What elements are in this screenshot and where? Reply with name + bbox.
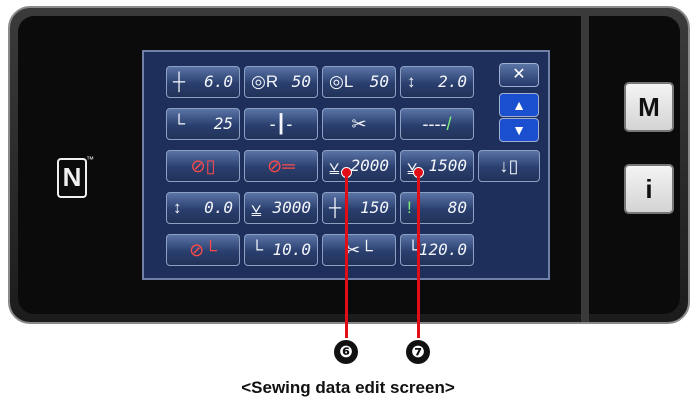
data-button-r1-2[interactable]: ◎R 50 — [244, 66, 318, 98]
speed-icon: ⩣ — [329, 156, 340, 175]
marker-6-label: ❻ — [339, 342, 353, 361]
data-button-r2-4[interactable]: ‑‑‑‑/ — [400, 108, 474, 140]
mode-button[interactable]: M — [624, 82, 674, 132]
value-label: 50 — [291, 72, 311, 91]
value-label: 1500 — [428, 156, 467, 175]
data-button-r1-1[interactable]: ┼ 6.0 — [166, 66, 240, 98]
data-button-r3-2[interactable]: ⊘═ — [244, 150, 318, 182]
data-button-r5-1[interactable]: ⊘└ — [166, 234, 240, 266]
value-label: 2000 — [350, 156, 389, 175]
bobbin-left-icon: ◎L — [329, 72, 354, 91]
control-panel: N ™ ┼ 6.0 ◎R 50 ◎L 50 ↕ 2.0 └ 25 ‑┃‑ ✂ ‑‑‑‑/ … — [8, 6, 690, 324]
data-button-r3-4[interactable]: ⩣ 1500 — [400, 150, 474, 182]
data-button-r2-3[interactable]: ✂ — [322, 108, 396, 140]
value-label: 3000 — [272, 198, 311, 217]
callout-line-6 — [345, 176, 348, 338]
info-icon: i — [645, 174, 653, 204]
data-button-r2-1[interactable]: └ 25 — [166, 108, 240, 140]
data-button-r5-4[interactable]: └ 120.0 — [400, 234, 474, 266]
nfc-logo: N — [57, 158, 87, 198]
needle-position-icon: ‑┃‑ — [269, 114, 293, 134]
needle-position-icon: ┼ — [329, 198, 342, 217]
value-label: 6.0 — [204, 72, 233, 91]
data-button-r3-5[interactable]: ↓▯ — [478, 150, 540, 182]
value-label: 50 — [369, 72, 389, 91]
data-button-r1-3[interactable]: ◎L 50 — [322, 66, 396, 98]
data-button-r4-3[interactable]: ┼ 150 — [322, 192, 396, 224]
close-icon: ✕ — [512, 66, 526, 83]
value-label: 120.0 — [418, 240, 467, 259]
value-label: 80 — [447, 198, 467, 217]
stitch-length-icon: ↕ — [407, 72, 416, 91]
alert-icon: ! — [407, 198, 412, 217]
speed-icon: ⩣ — [251, 198, 262, 217]
data-button-r1-4[interactable]: ↕ 2.0 — [400, 66, 474, 98]
scroll-down-button[interactable]: ▼ — [499, 118, 539, 142]
bobbin-right-icon: ◎R — [251, 72, 279, 91]
vertical-adjust-icon: ↕ — [173, 198, 182, 217]
crosshair-icon: ┼ — [173, 72, 186, 91]
info-button[interactable]: i — [624, 164, 674, 214]
trademark-mark: ™ — [86, 155, 94, 164]
triangle-down-icon: ▼ — [512, 122, 526, 138]
value-label: 10.0 — [272, 240, 311, 259]
nfc-logo-letter: N — [62, 162, 82, 192]
value-label: 0.0 — [204, 198, 233, 217]
data-button-r2-2[interactable]: ‑┃‑ — [244, 108, 318, 140]
data-button-r4-4[interactable]: ! 80 — [400, 192, 474, 224]
data-button-r4-1[interactable]: ↕ 0.0 — [166, 192, 240, 224]
callout-marker-7: ❼ — [406, 340, 430, 364]
data-button-r3-3[interactable]: ⩣ 2000 — [322, 150, 396, 182]
marker-7-label: ❼ — [411, 342, 425, 361]
prohibit-foot-icon: ⊘└ — [189, 240, 217, 260]
data-button-r3-1[interactable]: ⊘▯ — [166, 150, 240, 182]
mode-label: M — [638, 92, 660, 122]
triangle-up-icon: ▲ — [512, 97, 526, 113]
close-button[interactable]: ✕ — [499, 63, 539, 87]
scissors-foot-icon: ✂└ — [345, 240, 373, 260]
value-label: 2.0 — [438, 72, 467, 91]
data-button-r4-2[interactable]: ⩣ 3000 — [244, 192, 318, 224]
callout-line-7 — [417, 176, 420, 338]
callout-marker-6: ❻ — [334, 340, 358, 364]
stitch-check-icon: ‑‑‑‑/ — [422, 114, 452, 134]
value-label: 25 — [213, 114, 233, 133]
presser-foot-icon: └ — [173, 114, 186, 133]
scissors-icon: ✂ — [351, 114, 367, 134]
figure-caption: <Sewing data edit screen> — [241, 378, 455, 397]
panel-divider — [581, 8, 589, 322]
data-button-r5-3[interactable]: ✂└ — [322, 234, 396, 266]
data-button-r5-2[interactable]: └ 10.0 — [244, 234, 318, 266]
presser-foot-icon: └ — [251, 240, 264, 259]
scroll-up-button[interactable]: ▲ — [499, 93, 539, 117]
value-label: 150 — [360, 198, 389, 217]
prohibit-foot-icon: ⊘═ — [267, 156, 295, 176]
needle-down-icon: ↓▯ — [499, 156, 519, 176]
prohibit-icon: ⊘▯ — [190, 156, 216, 176]
